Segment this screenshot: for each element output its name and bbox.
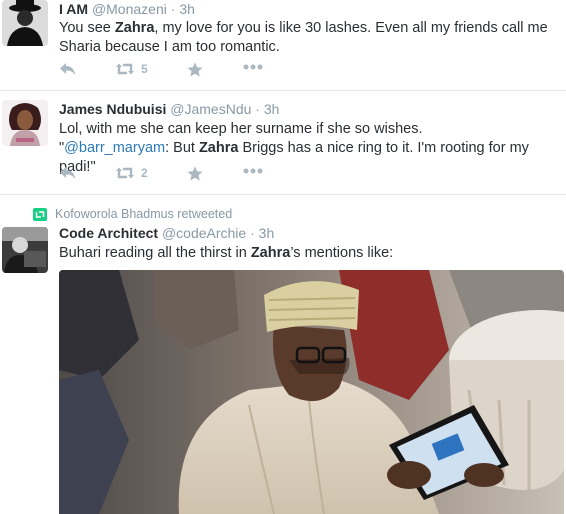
- avatar[interactable]: [2, 0, 48, 46]
- retweet-button[interactable]: 5: [115, 62, 148, 76]
- favorite-button[interactable]: [187, 62, 203, 77]
- timestamp[interactable]: 3h: [264, 101, 280, 117]
- more-dots-icon: [243, 168, 263, 174]
- tweet-text: You see Zahra, my love for you is like 3…: [59, 20, 548, 55]
- retweet-icon: [116, 63, 134, 75]
- reply-icon: [60, 63, 75, 75]
- avatar-image: [2, 0, 48, 46]
- retweet-button[interactable]: 2: [115, 166, 148, 180]
- retweeted-by[interactable]: Kofoworola Bhadmus retweeted: [55, 207, 232, 221]
- avatar-image: [2, 100, 48, 146]
- separator: ·: [170, 1, 176, 17]
- display-name[interactable]: James Ndubuisi: [59, 101, 166, 117]
- tweet-actions: 5: [59, 62, 359, 82]
- tweet-media-photo[interactable]: [59, 270, 564, 514]
- tweet-header: I AM @Monazeni · 3h: [59, 0, 560, 18]
- separator: ·: [250, 225, 255, 241]
- more-dots-icon: [243, 64, 263, 70]
- reply-button[interactable]: [59, 62, 77, 76]
- mention-link[interactable]: @barr_maryam: [64, 140, 165, 156]
- retweet-icon: [116, 167, 134, 179]
- tweet-text: Buhari reading all the thirst in Zahra’s…: [59, 245, 394, 261]
- favorite-button[interactable]: [187, 166, 203, 181]
- more-button[interactable]: [243, 168, 263, 174]
- photo-image: [59, 270, 564, 514]
- more-button[interactable]: [243, 64, 263, 70]
- reply-icon: [60, 167, 75, 179]
- tweet-actions: 2: [59, 166, 359, 186]
- display-name[interactable]: I AM: [59, 1, 88, 17]
- retweet-context: Kofoworola Bhadmus retweeted: [33, 207, 232, 221]
- username[interactable]: @JamesNdu: [170, 101, 251, 117]
- retweet-count: 5: [141, 62, 148, 76]
- avatar-image: [2, 227, 48, 273]
- tweet-1[interactable]: I AM @Monazeni · 3h You see Zahra, my lo…: [0, 0, 566, 90]
- star-icon: [187, 166, 203, 181]
- reply-button[interactable]: [59, 166, 77, 180]
- timestamp[interactable]: 3h: [259, 225, 275, 241]
- username[interactable]: @codeArchie: [162, 225, 246, 241]
- username[interactable]: @Monazeni: [92, 1, 167, 17]
- timestamp[interactable]: 3h: [179, 1, 195, 17]
- tweet-2[interactable]: James Ndubuisi @JamesNdu · 3h Lol, with …: [0, 91, 566, 193]
- display-name[interactable]: Code Architect: [59, 225, 158, 241]
- avatar[interactable]: [2, 100, 48, 146]
- separator: ·: [255, 101, 260, 117]
- star-icon: [187, 62, 203, 77]
- tweet-header: Code Architect @codeArchie · 3h: [59, 224, 560, 242]
- tweet-header: James Ndubuisi @JamesNdu · 3h: [59, 100, 560, 118]
- divider: [0, 194, 566, 195]
- retweet-count: 2: [141, 166, 148, 180]
- hashtag-highlight: Zahra: [114, 20, 155, 36]
- retweet-icon: [33, 207, 47, 221]
- avatar[interactable]: [2, 227, 48, 273]
